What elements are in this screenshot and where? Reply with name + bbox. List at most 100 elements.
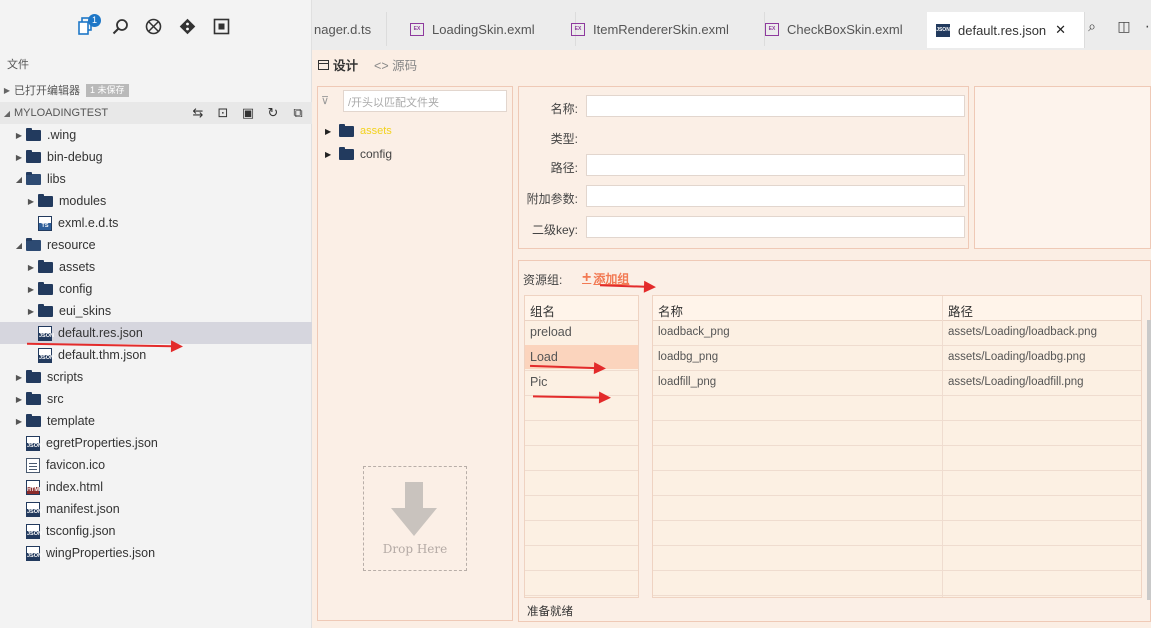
subkey-label: 二级key: [531, 223, 578, 237]
tree-item-libs[interactable]: ◢ libs [0, 168, 325, 190]
path-input[interactable] [586, 154, 965, 176]
tree-item-eui-skins[interactable]: ▶ eui_skins [0, 300, 337, 322]
tree-item-exml-e-d-ts[interactable]: TS exml.e.d.ts [0, 212, 337, 234]
tree-item-default-res-json[interactable]: JSON default.res.json [0, 322, 337, 344]
row-divider [653, 420, 1141, 421]
row-divider [525, 495, 638, 496]
refresh-icon[interactable]: ↻ [265, 105, 281, 121]
tree-item-label: default.thm.json [58, 348, 147, 362]
swap-icon[interactable]: ⇆ [190, 105, 206, 121]
row-divider [525, 570, 638, 571]
git-icon[interactable] [177, 16, 197, 36]
project-label: MYLOADINGTEST [14, 107, 109, 119]
subkey-input[interactable] [586, 216, 965, 238]
open-editors-label: 已打开编辑器 [14, 85, 80, 97]
tree-item-modules[interactable]: ▶ modules [0, 190, 337, 212]
tree-item-resource[interactable]: ◢ resource [0, 234, 325, 256]
folder-icon [26, 149, 41, 163]
tree-item-favicon-ico[interactable]: favicon.ico [0, 454, 325, 476]
row-divider [525, 445, 638, 446]
tree-item-wingproperties-json[interactable]: JSON wingProperties.json [0, 542, 325, 564]
folder-icon [26, 369, 41, 383]
tree-item-bin-debug[interactable]: ▶ bin-debug [0, 146, 325, 168]
debug-icon[interactable] [143, 16, 163, 36]
group-row-load[interactable]: Load [530, 350, 558, 364]
collapsed-arrow-icon: ▶ [3, 85, 11, 95]
extensions-icon[interactable] [211, 16, 231, 36]
tab-checkboxskin[interactable]: EX CheckBoxSkin.exml [750, 12, 943, 46]
tree-item-template[interactable]: ▶ template [0, 410, 325, 432]
expanded-arrow-icon: ◢ [3, 108, 11, 118]
resource-path-cell[interactable]: assets/Loading/loadbg.png [948, 351, 1085, 363]
split-editor-icon[interactable]: ◫ [1116, 18, 1132, 34]
explorer-sidebar: 1 文件 ▶ 已打开编辑器 1 未保存 ◢ MYLOADINGTEST ⇆ ⊡ … [0, 0, 337, 628]
params-input[interactable] [586, 185, 965, 207]
folder-open-icon [26, 237, 41, 251]
folder-icon [339, 146, 354, 160]
tree-item-label: index.html [46, 480, 103, 494]
status-text: 准备就绪 [527, 606, 573, 618]
explorer-title: 文件 [7, 59, 29, 71]
drop-here-label: Drop Here [382, 542, 448, 556]
tree-item-wing[interactable]: ▶ .wing [0, 124, 325, 146]
collapsed-arrow-icon: ▶ [15, 152, 23, 162]
tab-label: default.res.json [958, 22, 1047, 38]
resource-name-cell[interactable]: loadfill_png [658, 376, 716, 388]
row-divider [653, 395, 1141, 396]
design-view-button[interactable]: 设计 [318, 55, 358, 74]
tab-label: LoadingSkin.exml [432, 21, 535, 37]
tree-item-assets[interactable]: ▶ assets [325, 121, 392, 141]
preview-search-icon[interactable]: ⌕ [1084, 18, 1100, 34]
tree-item-tsconfig-json[interactable]: JSON tsconfig.json [0, 520, 325, 542]
type-label: 类型: [550, 132, 578, 146]
tab-default-res-json[interactable]: JSON default.res.json ✕ [927, 12, 1085, 48]
preview-panel [974, 86, 1151, 249]
tree-item-label: scripts [47, 370, 84, 384]
tree-item-manifest-json[interactable]: JSON manifest.json [0, 498, 325, 520]
tree-item-assets[interactable]: ▶ assets [0, 256, 337, 278]
view-switch: 设计 <> 源码 [318, 55, 417, 74]
name-input[interactable] [586, 95, 965, 117]
tree-item-src[interactable]: ▶ src [0, 388, 325, 410]
tree-item-default-thm-json[interactable]: JSON default.thm.json [0, 344, 337, 366]
tree-item-label: favicon.ico [46, 458, 106, 472]
tree-item-config[interactable]: ▶ config [0, 278, 337, 300]
tab-loadingskin[interactable]: EX LoadingSkin.exml [392, 12, 576, 46]
scrollbar[interactable] [1147, 320, 1151, 600]
tree-item-egretproperties-json[interactable]: JSON egretProperties.json [0, 432, 325, 454]
row-divider [525, 520, 638, 521]
filter-input[interactable]: /开头以匹配文件夹 [343, 90, 507, 112]
ts-file-icon: TS [38, 215, 52, 231]
resource-path-cell[interactable]: assets/Loading/loadback.png [948, 326, 1097, 338]
expanded-arrow-icon: ◢ [15, 240, 23, 250]
tab-label: ItemRendererSkin.exml [593, 21, 729, 37]
tab-manager-dts[interactable]: nager.d.ts [312, 12, 387, 46]
search-icon[interactable] [110, 16, 130, 36]
resource-name-cell[interactable]: loadback_png [658, 326, 730, 338]
new-folder-icon[interactable]: ▣ [240, 105, 256, 121]
tab-itemrendererskin[interactable]: EX ItemRendererSkin.exml [557, 12, 765, 46]
tree-item-label: src [47, 392, 64, 406]
resource-path-cell[interactable]: assets/Loading/loadfill.png [948, 376, 1084, 388]
collapsed-arrow-icon: ▶ [15, 394, 23, 404]
collapse-all-icon[interactable]: ⧉ [290, 105, 306, 121]
group-row-preload[interactable]: preload [530, 325, 572, 339]
tree-item-index-html[interactable]: HTML index.html [0, 476, 325, 498]
project-section[interactable]: ◢ MYLOADINGTEST ⇆ ⊡ ▣ ↻ ⧉ [0, 102, 312, 124]
arrow-down-icon [391, 482, 437, 536]
collapsed-arrow-icon: ▶ [325, 126, 332, 136]
new-file-icon[interactable]: ⊡ [215, 105, 231, 121]
collapsed-arrow-icon: ▶ [27, 196, 35, 206]
tree-item-config[interactable]: ▶ config [325, 144, 392, 164]
editor-tab-bar: nager.d.ts EX LoadingSkin.exml EX ItemRe… [312, 0, 1151, 50]
more-actions-icon[interactable]: ⋯ [1144, 18, 1151, 34]
row-divider [653, 520, 1141, 521]
tree-item-scripts[interactable]: ▶ scripts [0, 366, 325, 388]
open-editors-section[interactable]: ▶ 已打开编辑器 1 未保存 [0, 79, 312, 101]
source-view-button[interactable]: <> 源码 [374, 55, 417, 74]
json-file-icon: JSON [26, 523, 42, 539]
group-row-pic[interactable]: Pic [530, 375, 547, 389]
resource-name-cell[interactable]: loadbg_png [658, 351, 718, 363]
folder-icon [38, 303, 53, 317]
close-icon[interactable]: ✕ [1055, 22, 1066, 38]
